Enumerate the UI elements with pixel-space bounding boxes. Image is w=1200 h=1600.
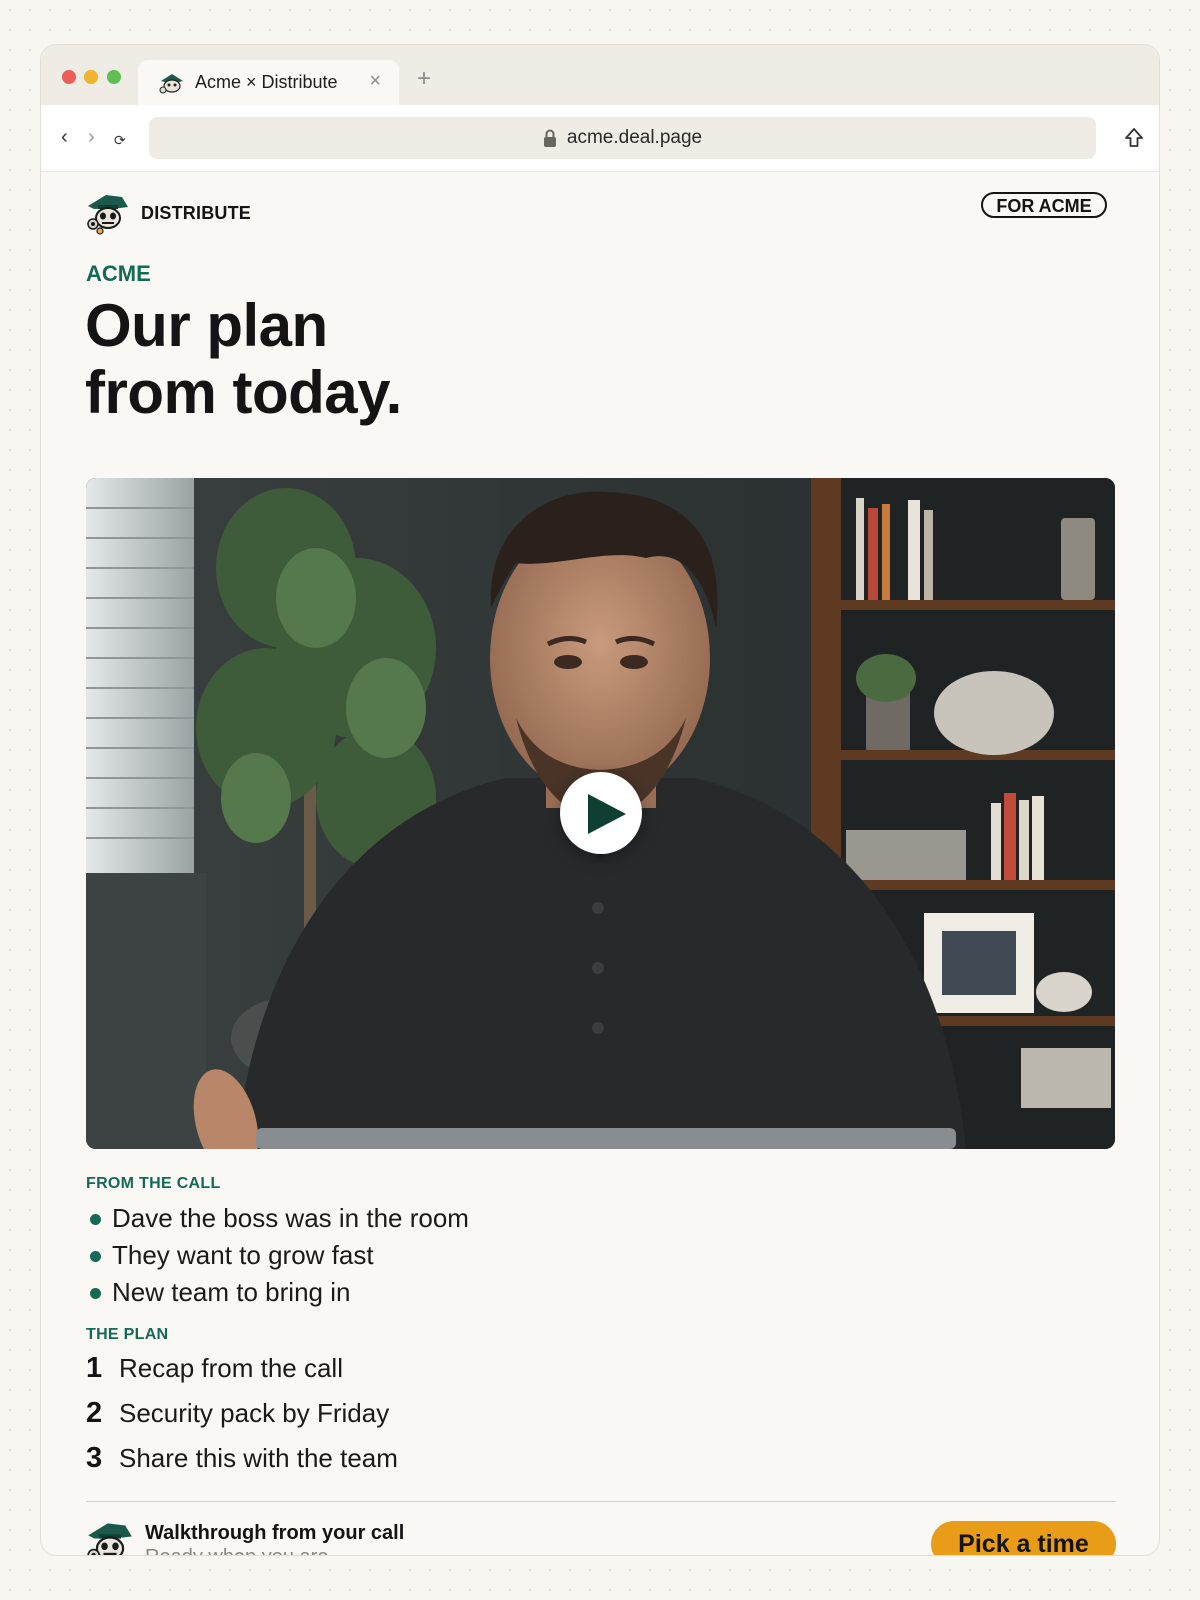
brand-name: DISTRIBUTE: [141, 202, 251, 223]
browser-window: Acme × Distribute × + ‹ › ⟳ acme.deal.pa…: [40, 44, 1160, 1556]
list-item: New team to bring in: [86, 1274, 469, 1311]
list-item-text: New team to bring in: [112, 1277, 351, 1307]
list-item: They want to grow fast: [86, 1237, 469, 1274]
maximize-window-button[interactable]: [107, 70, 121, 84]
footer-title: Walkthrough from your call: [145, 1522, 405, 1544]
headline-line-2: from today.: [85, 359, 402, 426]
the-plan-heading: THE PLAN: [86, 1326, 169, 1343]
call-notes-list: Dave the boss was in the room They want …: [86, 1200, 469, 1311]
lock-icon: [543, 129, 556, 147]
step-number: 3: [86, 1442, 103, 1474]
plan-step: 1 Recap from the call: [86, 1352, 398, 1397]
company-eyebrow: ACME: [86, 261, 151, 286]
share-icon[interactable]: [1123, 126, 1145, 150]
new-tab-button[interactable]: +: [417, 67, 431, 91]
footer-divider: [86, 1501, 1116, 1502]
step-number: 1: [86, 1352, 103, 1384]
plan-step: 3 Share this with the team: [86, 1442, 398, 1487]
distribute-logo-icon: [87, 1523, 132, 1555]
minimize-window-button[interactable]: [84, 70, 98, 84]
footer-subtitle: Ready when you are.: [145, 1546, 334, 1555]
page-content: DISTRIBUTE FOR ACME ACME Our plan from t…: [41, 172, 1159, 1555]
browser-toolbar: ‹ › ⟳ acme.deal.page: [41, 105, 1159, 172]
play-button[interactable]: [560, 772, 642, 854]
from-the-call-heading: FROM THE CALL: [86, 1175, 221, 1192]
page-title: Our plan from today.: [85, 292, 785, 426]
pick-a-time-button[interactable]: Pick a time: [931, 1521, 1116, 1555]
video-player[interactable]: [86, 478, 1115, 1149]
list-item: Dave the boss was in the room: [86, 1200, 469, 1237]
step-text: Recap from the call: [119, 1353, 343, 1383]
bullet-dot-icon: [90, 1288, 101, 1299]
step-text: Security pack by Friday: [119, 1398, 390, 1428]
forward-button[interactable]: ›: [88, 127, 95, 147]
plan-steps-list: 1 Recap from the call 2 Security pack by F…: [86, 1352, 398, 1487]
address-bar[interactable]: acme.deal.page: [149, 117, 1096, 159]
bullet-dot-icon: [90, 1214, 101, 1225]
close-window-button[interactable]: [62, 70, 76, 84]
list-item-text: Dave the boss was in the room: [112, 1203, 469, 1233]
play-icon: [588, 794, 626, 834]
audience-badge: FOR ACME: [981, 192, 1107, 218]
distribute-favicon-icon: [159, 73, 183, 93]
back-button[interactable]: ‹: [61, 127, 68, 147]
reload-button[interactable]: ⟳: [114, 130, 126, 150]
tab-title: Acme × Distribute: [195, 72, 338, 92]
tab-active[interactable]: Acme × Distribute ×: [138, 60, 399, 105]
step-text: Share this with the team: [119, 1443, 398, 1473]
bullet-dot-icon: [90, 1251, 101, 1262]
tab-bar: Acme × Distribute × +: [41, 45, 1159, 105]
close-tab-icon[interactable]: ×: [369, 71, 381, 91]
url-text: acme.deal.page: [566, 127, 703, 148]
plan-step: 2 Security pack by Friday: [86, 1397, 398, 1442]
distribute-logo-icon: [87, 195, 128, 235]
brand: DISTRIBUTE: [86, 191, 251, 235]
list-item-text: They want to grow fast: [112, 1240, 374, 1270]
step-number: 2: [86, 1397, 103, 1429]
headline-line-1: Our plan: [85, 292, 328, 359]
